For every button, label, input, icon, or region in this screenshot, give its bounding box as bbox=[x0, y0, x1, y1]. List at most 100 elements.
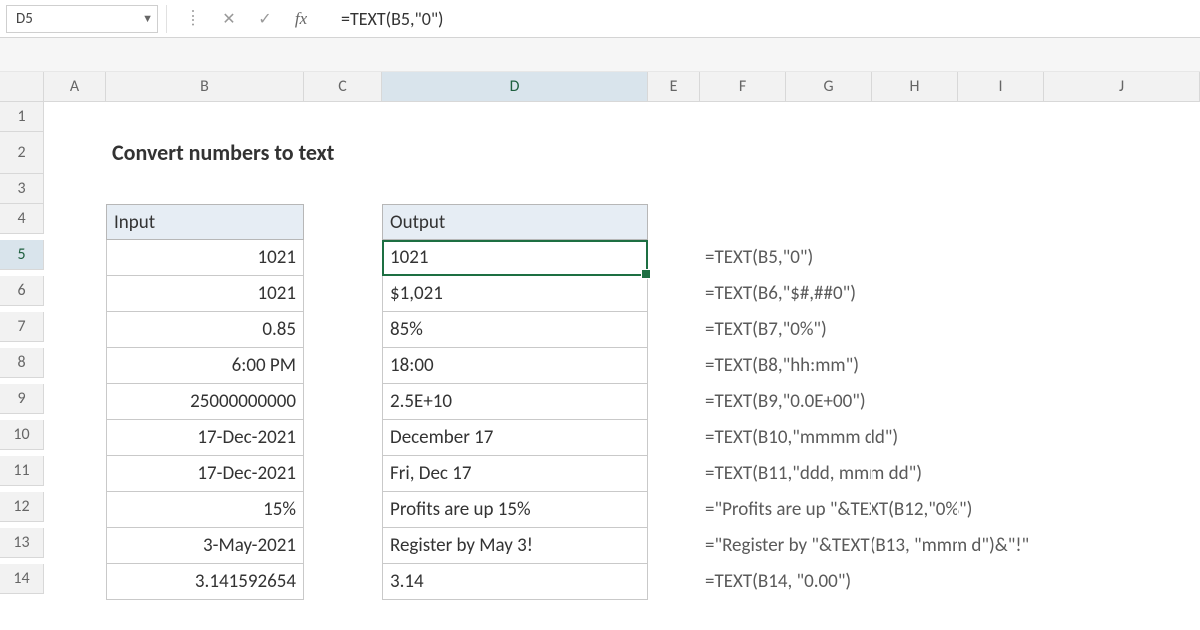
cell-A1[interactable] bbox=[44, 102, 106, 132]
cell-A14[interactable] bbox=[44, 564, 106, 600]
row-header-1[interactable]: 1 bbox=[0, 102, 44, 132]
cell-I2[interactable] bbox=[958, 132, 1044, 174]
column-header-A[interactable]: A bbox=[44, 72, 106, 102]
cell-G14[interactable] bbox=[786, 564, 872, 600]
cell-E4[interactable] bbox=[648, 204, 700, 240]
cell-I1[interactable] bbox=[958, 102, 1044, 132]
input-cell[interactable]: 1021 bbox=[106, 240, 304, 276]
cell-J4[interactable] bbox=[1044, 204, 1200, 240]
cell-C4[interactable] bbox=[304, 204, 382, 240]
output-cell[interactable]: 2.5E+10 bbox=[382, 384, 648, 420]
cell-E12[interactable] bbox=[648, 492, 700, 528]
cell-I12[interactable] bbox=[958, 492, 1044, 528]
cell-E10[interactable] bbox=[648, 420, 700, 456]
output-cell[interactable]: Profits are up 15% bbox=[382, 492, 648, 528]
cell-H14[interactable] bbox=[872, 564, 958, 600]
cell-E13[interactable] bbox=[648, 528, 700, 564]
cell-H12[interactable] bbox=[872, 492, 958, 528]
chevron-down-icon[interactable]: ▼ bbox=[142, 12, 153, 25]
cell-E7[interactable] bbox=[648, 312, 700, 348]
cell-H1[interactable] bbox=[872, 102, 958, 132]
cell-E5[interactable] bbox=[648, 240, 700, 276]
column-header-I[interactable]: I bbox=[958, 72, 1044, 102]
cell-I11[interactable] bbox=[958, 456, 1044, 492]
output-cell[interactable]: December 17 bbox=[382, 420, 648, 456]
row-header-9[interactable]: 9 bbox=[0, 384, 44, 414]
cell-C5[interactable] bbox=[304, 240, 382, 276]
input-cell[interactable]: 17-Dec-2021 bbox=[106, 420, 304, 456]
cell-H2[interactable] bbox=[872, 132, 958, 174]
output-cell[interactable]: 1021 bbox=[382, 240, 648, 276]
cell-A11[interactable] bbox=[44, 456, 106, 492]
cell-I3[interactable] bbox=[958, 174, 1044, 204]
column-header-H[interactable]: H bbox=[872, 72, 958, 102]
cell-C2[interactable] bbox=[304, 132, 382, 174]
cell-A6[interactable] bbox=[44, 276, 106, 312]
input-cell[interactable]: 3-May-2021 bbox=[106, 528, 304, 564]
cell-A10[interactable] bbox=[44, 420, 106, 456]
cell-C13[interactable] bbox=[304, 528, 382, 564]
cell-C8[interactable] bbox=[304, 348, 382, 384]
cell-G8[interactable] bbox=[786, 348, 872, 384]
column-header-F[interactable]: F bbox=[700, 72, 786, 102]
cell-A13[interactable] bbox=[44, 528, 106, 564]
cell-J12[interactable] bbox=[1044, 492, 1200, 528]
input-cell[interactable]: 3.141592654 bbox=[106, 564, 304, 600]
cell-G6[interactable] bbox=[786, 276, 872, 312]
cell-J5[interactable] bbox=[1044, 240, 1200, 276]
column-header-B[interactable]: B bbox=[106, 72, 304, 102]
cell-A4[interactable] bbox=[44, 204, 106, 240]
cell-I9[interactable] bbox=[958, 384, 1044, 420]
cell-C1[interactable] bbox=[304, 102, 382, 132]
output-cell[interactable]: 18:00 bbox=[382, 348, 648, 384]
column-header-G[interactable]: G bbox=[786, 72, 872, 102]
cell-G2[interactable] bbox=[786, 132, 872, 174]
cell-C9[interactable] bbox=[304, 384, 382, 420]
cell-J14[interactable] bbox=[1044, 564, 1200, 600]
cell-H6[interactable] bbox=[872, 276, 958, 312]
cell-C3[interactable] bbox=[304, 174, 382, 204]
cell-G1[interactable] bbox=[786, 102, 872, 132]
cell-H11[interactable] bbox=[872, 456, 958, 492]
fx-icon[interactable]: fx bbox=[283, 5, 319, 33]
select-all-corner[interactable] bbox=[0, 72, 44, 102]
cell-J1[interactable] bbox=[1044, 102, 1200, 132]
cell-G4[interactable] bbox=[786, 204, 872, 240]
cell-G13[interactable] bbox=[786, 528, 872, 564]
spreadsheet-grid[interactable]: ABCDEFGHIJ12Convert numbers to text34Inp… bbox=[0, 72, 1200, 600]
cell-H4[interactable] bbox=[872, 204, 958, 240]
cell-H3[interactable] bbox=[872, 174, 958, 204]
cell-G10[interactable] bbox=[786, 420, 872, 456]
cell-A5[interactable] bbox=[44, 240, 106, 276]
cell-J13[interactable] bbox=[1044, 528, 1200, 564]
cell-C12[interactable] bbox=[304, 492, 382, 528]
cell-G9[interactable] bbox=[786, 384, 872, 420]
column-header-D[interactable]: D bbox=[382, 72, 648, 102]
cell-E1[interactable] bbox=[648, 102, 700, 132]
cell-E8[interactable] bbox=[648, 348, 700, 384]
cell-I10[interactable] bbox=[958, 420, 1044, 456]
cell-J7[interactable] bbox=[1044, 312, 1200, 348]
cell-B1[interactable] bbox=[106, 102, 304, 132]
cell-B3[interactable] bbox=[106, 174, 304, 204]
cell-H8[interactable] bbox=[872, 348, 958, 384]
column-header-J[interactable]: J bbox=[1044, 72, 1200, 102]
cell-C7[interactable] bbox=[304, 312, 382, 348]
cell-C10[interactable] bbox=[304, 420, 382, 456]
cell-E6[interactable] bbox=[648, 276, 700, 312]
output-cell[interactable]: Fri, Dec 17 bbox=[382, 456, 648, 492]
cell-J8[interactable] bbox=[1044, 348, 1200, 384]
cell-J2[interactable] bbox=[1044, 132, 1200, 174]
output-cell[interactable]: $1,021 bbox=[382, 276, 648, 312]
cell-E14[interactable] bbox=[648, 564, 700, 600]
output-cell[interactable]: 85% bbox=[382, 312, 648, 348]
formula-input[interactable]: =TEXT(B5,"0") bbox=[319, 5, 1200, 33]
cell-G5[interactable] bbox=[786, 240, 872, 276]
cell-A9[interactable] bbox=[44, 384, 106, 420]
row-header-7[interactable]: 7 bbox=[0, 312, 44, 342]
cell-A2[interactable] bbox=[44, 132, 106, 174]
cell-A8[interactable] bbox=[44, 348, 106, 384]
cell-I14[interactable] bbox=[958, 564, 1044, 600]
column-header-C[interactable]: C bbox=[304, 72, 382, 102]
cell-C6[interactable] bbox=[304, 276, 382, 312]
